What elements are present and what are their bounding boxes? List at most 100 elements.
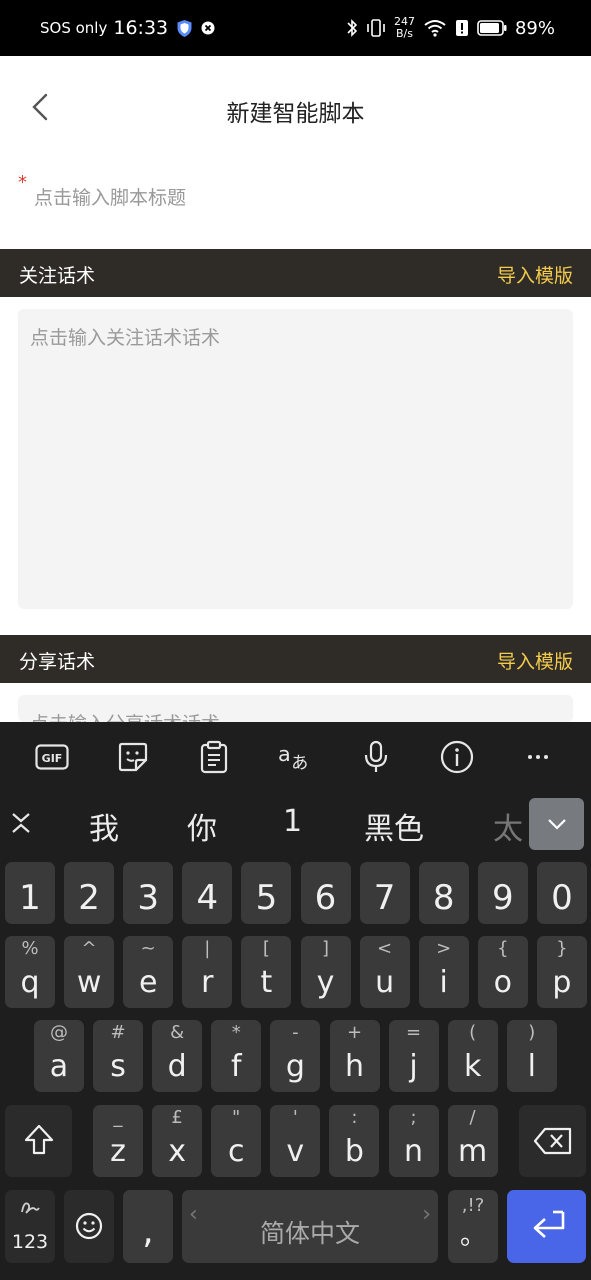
key-5[interactable]: 5 (241, 862, 292, 924)
key-6[interactable]: 6 (300, 862, 351, 924)
space-key[interactable]: ‹ 简体中文 › (182, 1190, 438, 1263)
key-label: p (552, 965, 572, 1000)
more-icon[interactable] (521, 740, 555, 774)
cursor-right-icon: › (422, 1202, 431, 1227)
clock: 16:33 (113, 17, 169, 39)
key-y[interactable]: ] y (300, 936, 351, 1008)
key-m[interactable]: / m (447, 1105, 498, 1177)
key-secondary-label: _ (113, 1107, 123, 1128)
key-label: n (403, 1134, 423, 1169)
key-h[interactable]: + h (329, 1020, 380, 1092)
key-label: i (439, 965, 448, 1000)
textarea-placeholder: 点击输入关注话术话术 (30, 327, 221, 349)
enter-icon (533, 1210, 565, 1238)
key-label: b (344, 1134, 364, 1169)
key-label: u (375, 965, 395, 1000)
key-x[interactable]: £ x (152, 1105, 203, 1177)
candidate-word[interactable]: 你 (187, 804, 217, 848)
follow-script-section-bar: 关注话术 导入模版 (0, 249, 591, 297)
key-j[interactable]: = j (388, 1020, 439, 1092)
script-title-input[interactable] (34, 187, 554, 209)
key-r[interactable]: | r (182, 936, 233, 1008)
key-label: x (168, 1134, 186, 1169)
key-7[interactable]: 7 (359, 862, 410, 924)
svg-text:あ: あ (291, 753, 308, 773)
key-p[interactable]: } p (536, 936, 587, 1008)
key-secondary-label: [ (262, 938, 270, 959)
microphone-icon[interactable] (359, 740, 393, 774)
gif-icon[interactable]: GIF (35, 740, 69, 774)
key-1[interactable]: 1 (5, 862, 55, 924)
key-label: o (493, 965, 512, 1000)
key-8[interactable]: 8 (418, 862, 469, 924)
battery-icon (477, 20, 507, 36)
sticker-icon[interactable] (116, 740, 150, 774)
candidate-word[interactable]: 我 (89, 804, 119, 848)
clipboard-icon[interactable] (197, 740, 231, 774)
key-b[interactable]: :b (329, 1105, 380, 1177)
import-template-link[interactable]: 导入模版 (497, 647, 573, 674)
wifi-icon (424, 20, 446, 37)
collapse-icon[interactable] (8, 810, 34, 836)
key-label: t (260, 965, 273, 1000)
import-template-link[interactable]: 导入模版 (497, 261, 573, 288)
key-secondary-label: ) (528, 1022, 536, 1043)
key-label: w (76, 965, 102, 1000)
key-w[interactable]: ^ w (64, 936, 115, 1008)
chevron-down-icon (548, 819, 566, 830)
translate-icon[interactable]: aあ (278, 740, 312, 774)
key-0[interactable]: 0 (536, 862, 587, 924)
key-q[interactable]: % q (5, 936, 55, 1008)
key-9[interactable]: 9 (477, 862, 528, 924)
bluetooth-icon (347, 19, 358, 37)
section-label: 分享话术 (19, 651, 96, 673)
key-label: k (464, 1049, 482, 1084)
key-label: e (138, 965, 158, 1000)
expand-candidates-button[interactable] (529, 798, 584, 850)
key-label: m (457, 1134, 488, 1169)
shift-key[interactable] (5, 1105, 72, 1177)
key-label: z (110, 1134, 126, 1169)
key-secondary-label: & (170, 1022, 185, 1043)
key-g[interactable]: -g (270, 1020, 321, 1092)
numeric-mode-key[interactable]: 123 (5, 1190, 55, 1263)
follow-script-textarea[interactable]: 点击输入关注话术话术 (18, 309, 573, 609)
key-label: a (49, 1049, 69, 1084)
key-label: 7 (373, 878, 396, 918)
key-e[interactable]: ~ e (123, 936, 174, 1008)
key-2[interactable]: 2 (64, 862, 115, 924)
status-bar: SOS only 16:33 247 B/s 89% (0, 0, 591, 56)
key-a[interactable]: @ a (34, 1020, 84, 1092)
backspace-key[interactable] (519, 1105, 586, 1177)
key-secondary-label: < (377, 938, 393, 959)
comma-key[interactable]: , (123, 1190, 173, 1263)
key-k[interactable]: (k (447, 1020, 498, 1092)
textarea-placeholder: 点击输入分享话术话术 (30, 709, 220, 722)
key-secondary-label: - (292, 1022, 299, 1043)
candidate-word[interactable]: 太 (493, 804, 523, 848)
key-v[interactable]: ' v (270, 1105, 321, 1177)
enter-key[interactable] (507, 1190, 586, 1263)
key-label: f (231, 1049, 242, 1084)
share-script-textarea[interactable]: 点击输入分享话术话术 (18, 695, 573, 722)
key-z[interactable]: _ z (93, 1105, 143, 1177)
candidate-word[interactable]: 1 (283, 804, 302, 839)
key-o[interactable]: {o (477, 936, 528, 1008)
key-l[interactable]: ) l (506, 1020, 557, 1092)
key-3[interactable]: 3 (123, 862, 174, 924)
key-4[interactable]: 4 (182, 862, 233, 924)
key-d[interactable]: & d (152, 1020, 203, 1092)
key-u[interactable]: < u (359, 936, 410, 1008)
info-icon[interactable] (440, 740, 474, 774)
key-c[interactable]: " c (211, 1105, 262, 1177)
emoji-key[interactable] (64, 1190, 114, 1263)
key-i[interactable]: > i (418, 936, 469, 1008)
key-secondary-label: + (346, 1022, 363, 1043)
period-key[interactable]: ,!? 。 (448, 1190, 498, 1263)
battery-percentage: 89% (514, 17, 555, 39)
candidate-word[interactable]: 黑色 (364, 804, 424, 848)
key-s[interactable]: # s (93, 1020, 144, 1092)
key-f[interactable]: * f (211, 1020, 262, 1092)
key-t[interactable]: [t (241, 936, 292, 1008)
key-n[interactable]: ; n (388, 1105, 439, 1177)
